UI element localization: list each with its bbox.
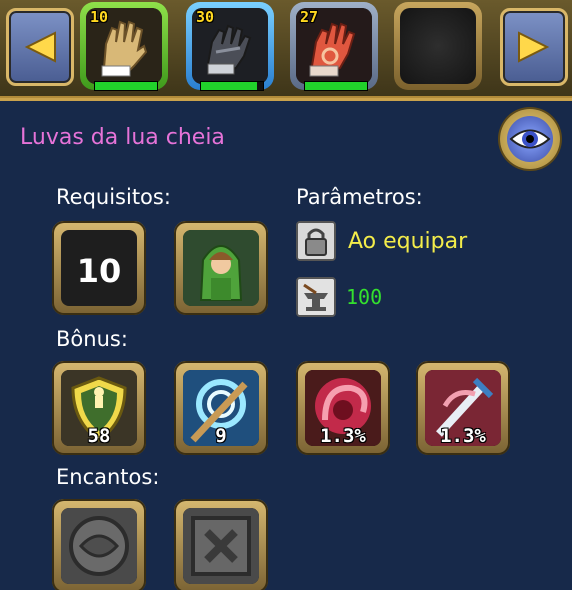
slot-progress-bar [304, 81, 368, 91]
eye-icon [509, 129, 551, 149]
slot-level: 27 [300, 8, 319, 26]
item-panel: Luvas da lua cheia Requisitos: 10 Parâme… [0, 98, 572, 590]
empty-square-rune-icon [183, 508, 259, 584]
equip-parameter: Ao equipar [296, 221, 467, 261]
slot-progress-bar [94, 81, 158, 91]
enchant-slot-1[interactable] [52, 499, 146, 590]
empty-round-rune-icon [61, 508, 137, 584]
equipment-slot-3[interactable]: 27 [290, 2, 378, 91]
bonus-value: 1.3% [440, 425, 486, 447]
item-details-screen: { "nav": {"prev_icon": "arrow-left-icon"… [0, 0, 572, 590]
slot-level: 30 [196, 8, 215, 26]
bonus-value: 58 [87, 425, 111, 447]
slot-level: 10 [90, 8, 109, 26]
durability-parameter: 100 [296, 277, 382, 317]
next-button[interactable] [500, 8, 568, 86]
bonus-tile[interactable]: 9 [174, 361, 268, 455]
enchants-heading: Encantos: [56, 465, 160, 489]
arrow-right-icon [518, 31, 550, 63]
equip-label: Ao equipar [348, 228, 468, 254]
equipment-strip: 10 30 27 [0, 0, 572, 99]
required-level-value: 10 [76, 252, 122, 290]
padlock-icon [296, 221, 336, 261]
green-hood-hero-portrait [183, 230, 259, 306]
item-name: Luvas da lua cheia [20, 125, 225, 150]
bonus-tile[interactable]: 58 [52, 361, 146, 455]
equipment-slot-2[interactable]: 30 [186, 2, 274, 91]
bonus-heading: Bônus: [56, 327, 128, 351]
bonus-value: 1.3% [320, 425, 366, 447]
bonus-tile[interactable]: 1.3% [416, 361, 510, 455]
required-level-tile: 10 [52, 221, 146, 315]
durability-value: 100 [346, 285, 383, 309]
parameters-heading: Parâmetros: [296, 185, 423, 209]
slot-progress-bar [200, 81, 264, 91]
empty-slot-icon [400, 8, 476, 84]
view-item-button[interactable] [500, 109, 560, 169]
anvil-icon [296, 277, 336, 317]
enchant-slot-2[interactable] [174, 499, 268, 590]
bonus-value: 9 [215, 425, 227, 447]
arrow-left-icon [24, 31, 56, 63]
equipment-slot-1[interactable]: 10 [80, 2, 168, 91]
bonus-tile[interactable]: 1.3% [296, 361, 390, 455]
prev-button[interactable] [6, 8, 74, 86]
required-class-tile [174, 221, 268, 315]
equipment-slot-4[interactable] [394, 2, 482, 90]
requirements-heading: Requisitos: [56, 185, 171, 209]
